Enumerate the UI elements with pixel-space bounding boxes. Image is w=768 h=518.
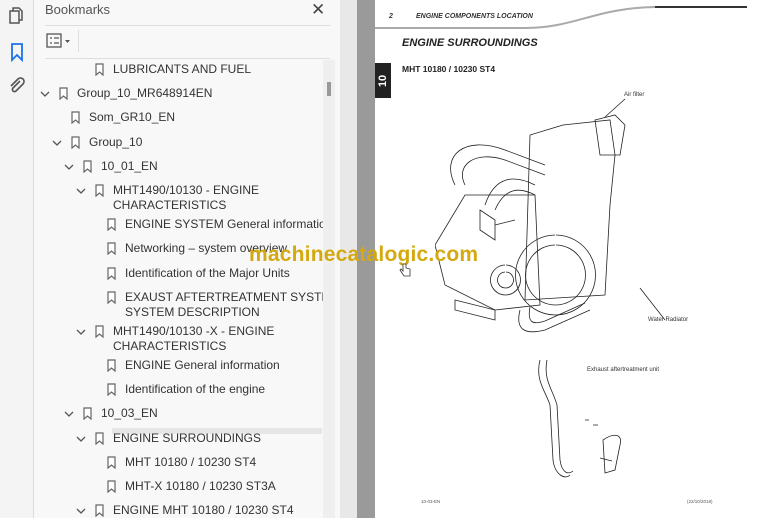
- chevron-down-icon[interactable]: [40, 89, 50, 99]
- bookmark-icon: [107, 267, 116, 280]
- chevron-down-icon[interactable]: [76, 327, 86, 337]
- bookmark-icon: [107, 291, 116, 304]
- bookmark-label-line2: CHARACTERISTICS: [113, 339, 227, 353]
- bookmarks-icon[interactable]: [7, 42, 27, 62]
- bookmark-label: MHT1490/10130 -X - ENGINE: [113, 324, 275, 338]
- bookmark-icon: [95, 325, 104, 338]
- chevron-down-icon[interactable]: [64, 162, 74, 172]
- section-header: ENGINE COMPONENTS LOCATION: [416, 13, 533, 20]
- page-heading: ENGINE SURROUNDINGS: [402, 37, 538, 49]
- bookmark-label: Som_GR10_EN: [89, 110, 176, 124]
- bookmark-label: MHT-X 10180 / 10230 ST3A: [125, 479, 276, 493]
- bookmark-tree: LUBRICANTS AND FUEL Group_10_MR648914EN So…: [34, 58, 324, 518]
- bookmark-label: MHT1490/10130 - ENGINE: [113, 183, 260, 197]
- page-thumbnails-icon[interactable]: [7, 6, 27, 26]
- hand-cursor-icon: [399, 263, 411, 277]
- bookmark-icon: [95, 432, 104, 445]
- chevron-down-icon[interactable]: [52, 138, 62, 148]
- bookmark-label-line2: SYSTEM DESCRIPTION: [125, 305, 260, 319]
- bookmark-icon: [107, 456, 116, 469]
- navigation-rail: [0, 0, 34, 518]
- bookmark-label: Identification of the engine: [125, 382, 266, 396]
- scrollbar[interactable]: [323, 60, 335, 518]
- bookmark-icon: [71, 111, 80, 124]
- bookmark-label: EXAUST AFTERTREATMENT SYSTEM -: [125, 290, 324, 304]
- toolbar-separator: [78, 30, 79, 52]
- bookmark-label: LUBRICANTS AND FUEL: [113, 62, 252, 76]
- bookmark-label: Group_10: [89, 135, 143, 149]
- bookmark-label: ENGINE SURROUNDINGS: [113, 431, 262, 445]
- page-number: 2: [389, 13, 393, 20]
- footer-doc-code: 10-03-EN: [421, 499, 441, 504]
- panel-title: Bookmarks: [45, 2, 111, 17]
- bookmark-label: Group_10_MR648914EN: [77, 86, 213, 100]
- bookmark-label: Identification of the Major Units: [125, 266, 290, 280]
- bookmark-label: ENGINE MHT 10180 / 10230 ST4: [113, 503, 294, 517]
- scrollbar-thumb[interactable]: [327, 82, 331, 96]
- bookmark-icon: [83, 407, 92, 420]
- attachments-icon[interactable]: [7, 76, 27, 96]
- engine-illustration: [435, 98, 666, 478]
- chevron-down-icon[interactable]: [76, 186, 86, 196]
- page-subheading: MHT 10180 / 10230 ST4: [402, 64, 496, 74]
- bookmark-icon: [107, 383, 116, 396]
- bookmark-label: MHT 10180 / 10230 ST4: [125, 455, 257, 469]
- chevron-down-icon[interactable]: [76, 506, 86, 516]
- bookmark-icon: [107, 359, 116, 372]
- chevron-down-icon[interactable]: [64, 409, 74, 419]
- divider: [45, 25, 330, 26]
- bookmark-icon: [107, 242, 116, 255]
- bookmark-label: 10_01_EN: [101, 159, 158, 173]
- bookmark-label: ENGINE SYSTEM General information: [125, 217, 324, 231]
- bookmark-icon: [107, 218, 116, 231]
- close-panel-button[interactable]: ✕: [311, 0, 325, 20]
- bookmark-icon: [95, 184, 104, 197]
- bookmark-icon: [83, 160, 92, 173]
- bookmark-label-line2: CHARACTERISTICS: [113, 198, 227, 212]
- chapter-tab: 10: [375, 63, 391, 98]
- bookmark-label: 10_03_EN: [101, 406, 158, 420]
- chevron-down-icon[interactable]: [76, 434, 86, 444]
- watermark: machinecatalogic.com: [249, 243, 479, 266]
- bookmark-label: ENGINE General information: [125, 358, 280, 372]
- bookmark-options-button[interactable]: [46, 32, 72, 50]
- bookmark-icon: [71, 136, 80, 149]
- footer-date: (22/10/2018): [687, 499, 713, 504]
- bookmark-icon: [95, 63, 104, 76]
- bookmark-icon: [107, 480, 116, 493]
- bookmark-icon: [59, 87, 68, 100]
- bookmark-icon: [95, 504, 104, 517]
